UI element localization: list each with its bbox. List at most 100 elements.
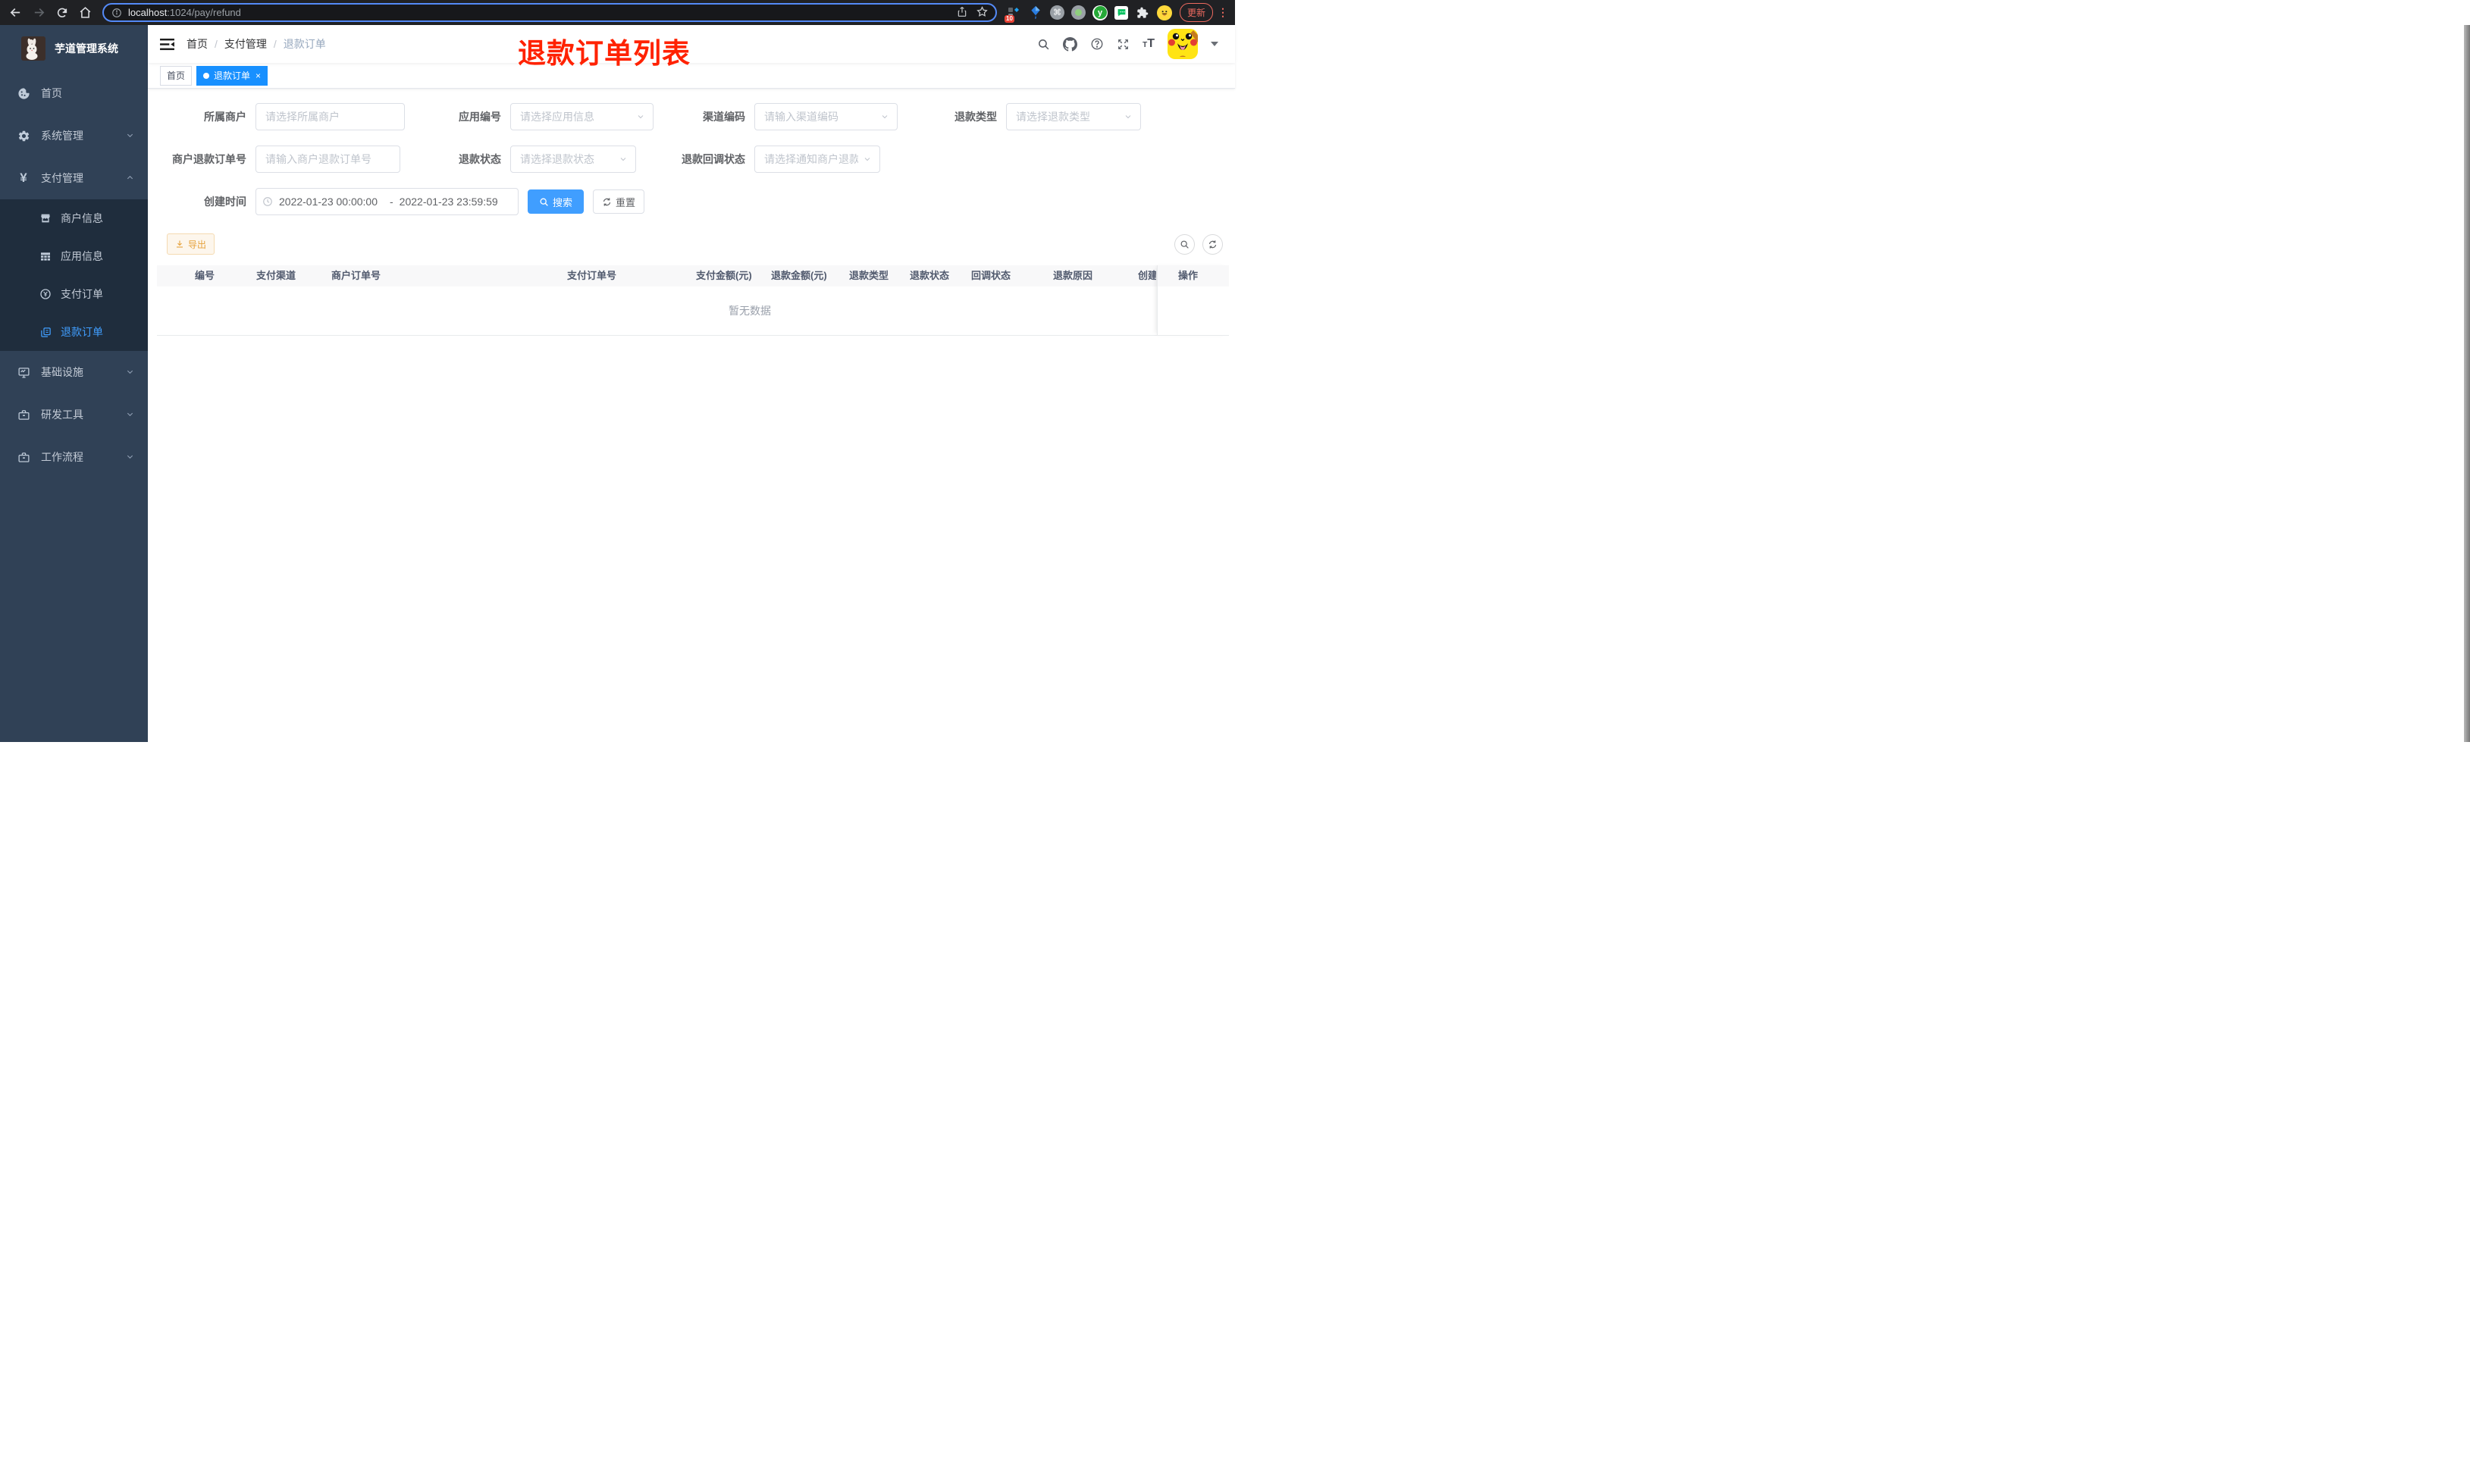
forward-icon[interactable]: [33, 6, 45, 19]
filter-label-merchant-refund-no: 商户退款订单号: [172, 153, 246, 165]
table-body: 暂无数据: [157, 286, 1229, 336]
back-icon[interactable]: [9, 6, 22, 19]
hamburger-icon[interactable]: [148, 38, 187, 51]
kite-extension-icon[interactable]: [1028, 5, 1043, 20]
url-bar[interactable]: localhost:1024/pay/refund: [102, 3, 997, 22]
emoji-extension-icon[interactable]: [1157, 5, 1172, 20]
reset-button[interactable]: 重置: [593, 189, 644, 214]
filter-label-refund-status: 退款状态: [459, 153, 501, 165]
tab-manager-extension-icon[interactable]: 10: [1005, 5, 1021, 23]
col-refund-status: 退款状态: [910, 270, 950, 281]
fixed-action-column: 操作: [1157, 265, 1229, 336]
sidebar-item-pay-order[interactable]: 支付订单: [0, 275, 148, 313]
table-refresh-button[interactable]: [1202, 233, 1223, 255]
refund-list-page: 所属商户 应用编号 渠道编码 退款类型: [148, 103, 1235, 336]
active-dot-icon: [203, 72, 210, 79]
tag-label: 退款订单: [214, 70, 251, 81]
command-extension-icon[interactable]: ⌘: [1050, 5, 1064, 20]
col-actions: 操作: [1158, 265, 1229, 286]
browser-update-button[interactable]: 更新: [1180, 3, 1214, 22]
merchant-select[interactable]: [255, 103, 405, 130]
sidebar-item-pay[interactable]: ¥ 支付管理: [0, 157, 148, 199]
notify-status-select[interactable]: [754, 146, 880, 173]
notify-status-input[interactable]: [755, 146, 879, 172]
filter-label-channel: 渠道编码: [703, 111, 745, 123]
storefront-icon: [39, 212, 52, 224]
col-notify-status: 回调状态: [971, 270, 1011, 281]
chevron-down-icon: [126, 409, 134, 421]
filter-label-app: 应用编号: [459, 111, 501, 123]
search-button[interactable]: 搜索: [528, 189, 584, 214]
col-create-time: 创建时间: [1138, 270, 1156, 281]
app-logo-row[interactable]: 芋道管理系统: [0, 25, 148, 72]
sidebar-item-merchant-info[interactable]: 商户信息: [0, 199, 148, 237]
table-header-row: 编号 支付渠道 商户订单号 支付订单号 支付金额(元) 退款金额(元) 退款类型…: [157, 265, 1229, 286]
refund-table: 编号 支付渠道 商户订单号 支付订单号 支付金额(元) 退款金额(元) 退款类型…: [157, 265, 1229, 336]
fullscreen-icon[interactable]: [1117, 38, 1130, 51]
breadcrumb-pay[interactable]: 支付管理: [224, 36, 267, 52]
briefcase-icon: [17, 451, 30, 464]
bookmark-star-icon[interactable]: [976, 5, 988, 20]
table-search-toggle-button[interactable]: [1174, 233, 1195, 255]
sidebar-item-label: 系统管理: [41, 130, 83, 142]
col-refund-reason: 退款原因: [1053, 270, 1093, 281]
home-icon[interactable]: [79, 6, 92, 19]
help-icon[interactable]: [1090, 37, 1104, 51]
y-extension-icon[interactable]: y: [1092, 5, 1108, 20]
reload-icon[interactable]: [56, 7, 68, 19]
app-logo: [21, 36, 45, 61]
sidebar-item-home[interactable]: 首页: [0, 72, 148, 114]
app-select[interactable]: [510, 103, 654, 130]
col-pay-channel: 支付渠道: [256, 270, 296, 281]
channel-input[interactable]: [755, 104, 897, 130]
export-button[interactable]: 导出: [167, 233, 215, 255]
tag-refund-order[interactable]: 退款订单 ×: [196, 65, 268, 86]
sidebar-item-system[interactable]: 系统管理: [0, 114, 148, 157]
col-merchant-order: 商户订单号: [331, 270, 381, 281]
monitor-chart-icon: [17, 366, 30, 379]
sidebar-item-infra[interactable]: 基础设施: [0, 351, 148, 393]
filter-label-merchant: 所属商户: [204, 111, 246, 123]
close-icon[interactable]: ×: [255, 71, 261, 80]
sidebar-item-devtools[interactable]: 研发工具: [0, 393, 148, 436]
tag-home[interactable]: 首页: [160, 65, 193, 86]
refund-status-input[interactable]: [511, 146, 635, 172]
create-time-range-picker[interactable]: 2022-01-23 00:00:00 - 2022-01-23 23:59:5…: [255, 188, 519, 215]
merchant-refund-no-input[interactable]: [256, 146, 400, 172]
sidebar-item-label: 研发工具: [41, 409, 83, 421]
sidebar-item-refund-order[interactable]: 退款订单: [0, 313, 148, 351]
sidebar-item-workflow[interactable]: 工作流程: [0, 436, 148, 478]
filter-label-notify-status: 退款回调状态: [682, 153, 745, 165]
filter-label-create-time: 创建时间: [204, 196, 246, 208]
browser-menu-icon[interactable]: ⋮: [1218, 6, 1228, 19]
pay-submenu: 商户信息 应用信息 支付订单 退款订单: [0, 199, 148, 351]
sidebar-item-app-info[interactable]: 应用信息: [0, 237, 148, 275]
github-icon[interactable]: [1063, 36, 1078, 52]
sidebar-item-label: 支付管理: [41, 172, 83, 184]
avatar[interactable]: [1168, 29, 1198, 59]
date-end-value[interactable]: 2022-01-23 23:59:59: [400, 196, 504, 208]
chevron-down-icon: [126, 366, 134, 378]
recorder-extension-icon[interactable]: [1071, 5, 1086, 20]
font-size-icon[interactable]: TT: [1143, 37, 1155, 51]
refund-type-select[interactable]: [1006, 103, 1141, 130]
channel-select[interactable]: [754, 103, 898, 130]
date-start-value[interactable]: 2022-01-23 00:00:00: [279, 196, 384, 208]
tags-bar: 首页 退款订单 ×: [148, 63, 1235, 89]
refund-type-input[interactable]: [1007, 104, 1140, 130]
merchant-refund-no-field[interactable]: [255, 146, 400, 173]
search-icon[interactable]: [1037, 38, 1050, 51]
search-button-label: 搜索: [552, 196, 572, 208]
chat-extension-icon[interactable]: [1114, 5, 1128, 20]
avatar-caret-icon[interactable]: [1211, 42, 1218, 46]
breadcrumb-home[interactable]: 首页: [187, 36, 208, 52]
merchant-input[interactable]: [256, 104, 404, 130]
col-pay-amount: 支付金额(元): [696, 270, 752, 281]
app-input[interactable]: [511, 104, 653, 130]
refund-status-select[interactable]: [510, 146, 636, 173]
gear-icon: [17, 130, 30, 142]
share-icon[interactable]: [957, 6, 967, 20]
site-info-icon[interactable]: [111, 8, 122, 18]
extensions-puzzle-icon[interactable]: [1135, 5, 1150, 20]
clock-icon: [262, 196, 273, 207]
